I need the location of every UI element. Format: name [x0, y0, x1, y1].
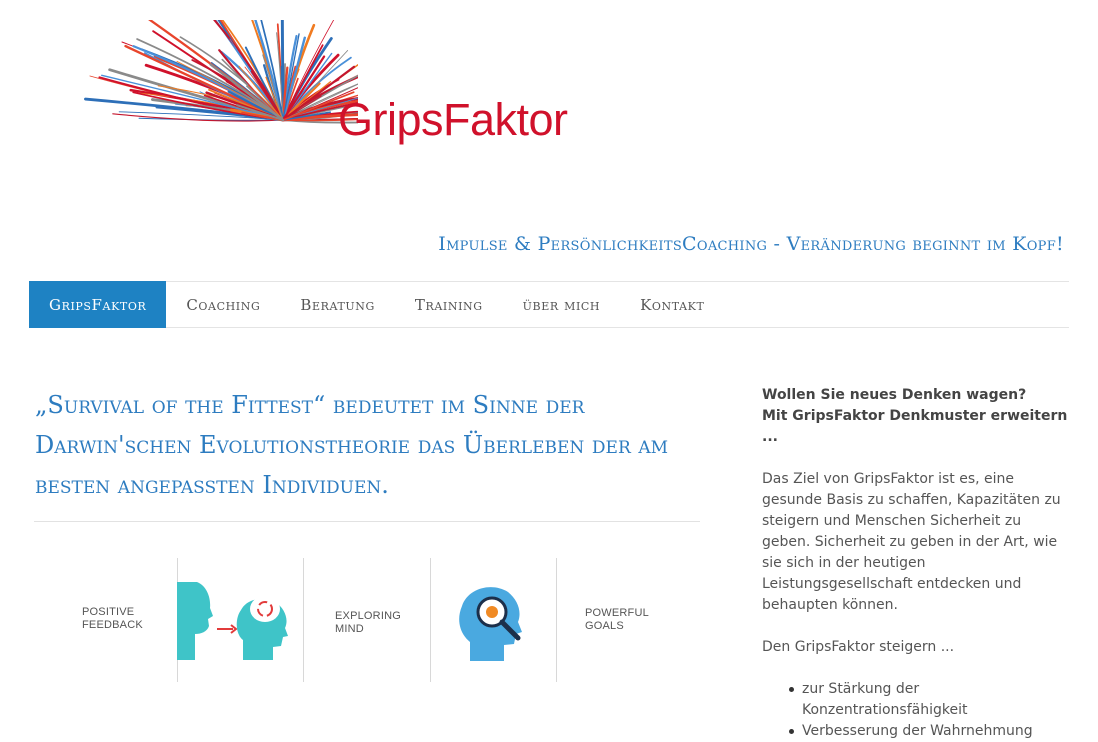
content-divider [34, 521, 700, 522]
infographic-separator [303, 558, 304, 682]
sidebar-intro-line2: Mit GripsFaktor Denkmuster erweitern ... [762, 408, 1068, 445]
logo-burst-graphic [84, 20, 358, 124]
nav-item-kontakt[interactable]: Kontakt [620, 281, 724, 328]
logo[interactable]: GripsFaktor [38, 20, 598, 225]
infographic-label-powerful-goals: Powerful goals [585, 607, 649, 632]
site-tagline: Impulse & PersönlichkeitsCoaching - Verä… [438, 233, 1064, 255]
nav-item-training[interactable]: Training [395, 281, 503, 328]
sidebar-intro: Wollen Sie neues Denken wagen? Mit Grips… [762, 385, 1072, 448]
infographic-label-positive-feedback: Positive feedback [82, 606, 143, 631]
list-item: Verbesserung der Wahrnehmung [789, 721, 1072, 742]
exploring-mind-icon [459, 587, 522, 661]
positive-feedback-icon [177, 582, 288, 660]
nav-item-gripsfaktor[interactable]: GripsFaktor [29, 281, 167, 328]
infographic-label-exploring-mind: Exploring mind [335, 610, 401, 635]
nav-item-beratung[interactable]: Beratung [280, 281, 395, 328]
logo-wordmark: GripsFaktor [338, 94, 568, 145]
list-item: zur Stärkung der Konzentrationsfähigkeit [789, 679, 1072, 721]
infographic-separator [430, 558, 431, 682]
infographic-separator [556, 558, 557, 682]
main-navigation: GripsFaktor Coaching Beratung Training ü… [29, 281, 1069, 328]
nav-item-coaching[interactable]: Coaching [166, 281, 280, 328]
nav-item-ueber-mich[interactable]: über mich [503, 281, 620, 328]
sidebar-lead: Den GripsFaktor steigern ... [762, 639, 955, 655]
sidebar-bullet-list: zur Stärkung der Konzentrationsfähigkeit… [762, 679, 1072, 742]
infographic: Positive feedback Exploring mind Powerfu… [34, 550, 700, 682]
sidebar: Wollen Sie neues Denken wagen? Mit Grips… [762, 385, 1072, 742]
sidebar-paragraph: Das Ziel von GripsFaktor ist es, eine ge… [762, 471, 1061, 613]
page-headline: „Survival of the Fittest“ bedeutet im Si… [35, 391, 669, 499]
sidebar-intro-line1: Wollen Sie neues Denken wagen? [762, 387, 1027, 403]
